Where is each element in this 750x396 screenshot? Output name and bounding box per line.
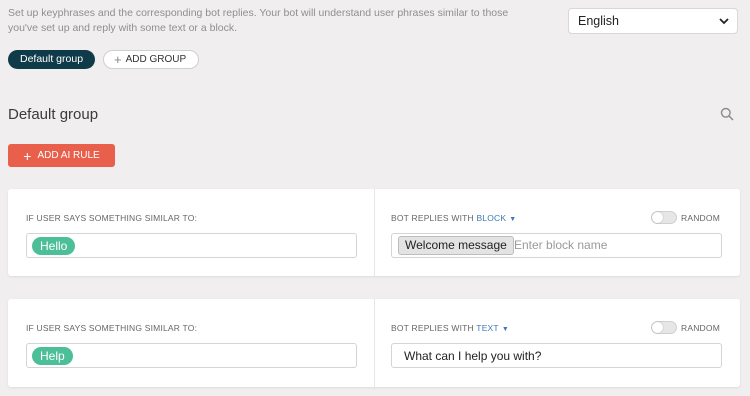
reply-text: What can I help you with? <box>404 349 542 363</box>
random-label: RANDOM <box>681 323 720 333</box>
reply-type-dropdown[interactable]: BLOCK <box>476 213 506 223</box>
add-group-button[interactable]: + ADD GROUP <box>103 50 200 69</box>
random-toggle[interactable] <box>651 211 677 224</box>
reply-text-input[interactable]: What can I help you with? <box>391 343 722 368</box>
bot-replies-prefix: BOT REPLIES WITH <box>391 323 474 333</box>
phrase-tag[interactable]: Help <box>32 347 73 365</box>
language-select[interactable]: English <box>568 8 738 34</box>
ai-rule-card: IF USER SAYS SOMETHING SIMILAR TO: Help … <box>8 299 740 387</box>
add-group-label: ADD GROUP <box>125 54 187 65</box>
search-icon[interactable] <box>720 107 734 121</box>
reply-type-dropdown[interactable]: TEXT <box>476 323 499 333</box>
add-ai-rule-label: ADD AI RULE <box>37 150 100 161</box>
language-select-value: English <box>578 14 619 28</box>
page-description: Set up keyphrases and the corresponding … <box>8 7 509 34</box>
plus-icon: + <box>114 52 122 67</box>
block-placeholder: Enter block name <box>514 238 608 252</box>
toggle-knob <box>652 212 663 223</box>
random-label: RANDOM <box>681 213 720 223</box>
user-says-label: IF USER SAYS SOMETHING SIMILAR TO: <box>26 323 198 333</box>
bot-replies-prefix: BOT REPLIES WITH <box>391 213 474 223</box>
toggle-knob <box>652 322 663 333</box>
caret-down-icon[interactable]: ▼ <box>502 326 509 333</box>
card-divider <box>374 189 375 276</box>
bot-replies-label: BOT REPLIES WITH BLOCK ▼ <box>391 213 516 223</box>
chevron-down-icon <box>719 18 729 25</box>
group-title: Default group <box>8 106 99 123</box>
user-says-label: IF USER SAYS SOMETHING SIMILAR TO: <box>26 213 198 223</box>
user-phrases-input[interactable]: Help <box>26 343 357 368</box>
block-chip[interactable]: Welcome message <box>398 236 514 255</box>
block-name-input[interactable]: Welcome message Enter block name <box>391 233 722 258</box>
plus-icon: + <box>23 147 32 164</box>
card-divider <box>374 299 375 387</box>
phrase-tag[interactable]: Hello <box>32 237 76 255</box>
add-ai-rule-button[interactable]: + ADD AI RULE <box>8 144 115 167</box>
ai-rule-card: IF USER SAYS SOMETHING SIMILAR TO: Hello… <box>8 189 740 276</box>
bot-replies-label: BOT REPLIES WITH TEXT ▼ <box>391 323 509 333</box>
caret-down-icon[interactable]: ▼ <box>509 216 516 223</box>
random-toggle[interactable] <box>651 321 677 334</box>
user-phrases-input[interactable]: Hello <box>26 233 357 258</box>
group-tabs: Default group + ADD GROUP <box>8 50 200 69</box>
group-tab-default[interactable]: Default group <box>8 50 96 69</box>
